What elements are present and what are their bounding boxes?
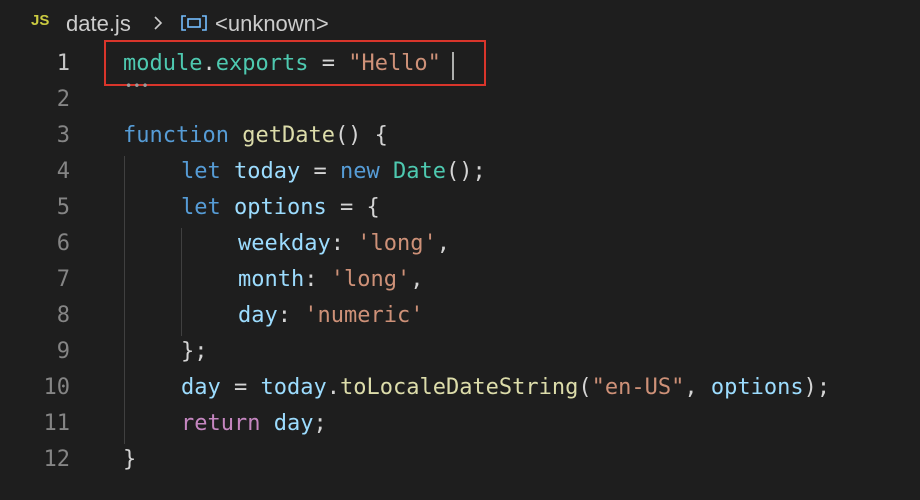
code-text: } bbox=[123, 447, 137, 472]
code-text: day: 'numeric' bbox=[238, 303, 424, 328]
breadcrumb-file[interactable]: date.js bbox=[66, 11, 131, 37]
code-text: }; bbox=[181, 339, 208, 364]
code-text: let today = new Date(); bbox=[181, 159, 486, 184]
line-number: 4 bbox=[56, 159, 70, 184]
code-line-11[interactable]: 11 return day; bbox=[0, 406, 920, 442]
code-line-6[interactable]: 6 weekday: 'long', bbox=[0, 226, 920, 262]
line-number: 12 bbox=[43, 447, 71, 472]
code-text: month: 'long', bbox=[238, 267, 424, 292]
line-number: 10 bbox=[43, 375, 71, 400]
breadcrumb-symbol[interactable]: <unknown> bbox=[215, 11, 329, 37]
line-number: 11 bbox=[43, 411, 71, 436]
line-number: 5 bbox=[56, 195, 70, 220]
line-number: 9 bbox=[56, 339, 70, 364]
code-line-10[interactable]: 10 day = today.toLocaleDateString("en-US… bbox=[0, 370, 920, 406]
symbol-variable-icon bbox=[181, 15, 207, 31]
code-text: weekday: 'long', bbox=[238, 231, 450, 256]
code-line-4[interactable]: 4 let today = new Date(); bbox=[0, 154, 920, 190]
javascript-file-icon: JS bbox=[31, 12, 50, 29]
code-text: return day; bbox=[181, 411, 327, 436]
text-cursor bbox=[452, 52, 454, 80]
code-line-7[interactable]: 7 month: 'long', bbox=[0, 262, 920, 298]
line-number: 1 bbox=[56, 51, 70, 76]
code-editor[interactable]: 1 module.exports = "Hello" 2 3 function … bbox=[0, 44, 920, 500]
code-line-3[interactable]: 3 function getDate() { bbox=[0, 118, 920, 154]
line-number: 2 bbox=[56, 87, 70, 112]
code-line-12[interactable]: 12 } bbox=[0, 442, 920, 478]
line-number: 3 bbox=[56, 123, 70, 148]
code-line-8[interactable]: 8 day: 'numeric' bbox=[0, 298, 920, 334]
line-number: 7 bbox=[56, 267, 70, 292]
breadcrumb: JS date.js <unknown> bbox=[0, 0, 920, 44]
code-text: function getDate() { bbox=[123, 123, 388, 148]
line-number: 8 bbox=[56, 303, 70, 328]
code-text: day = today.toLocaleDateString("en-US", … bbox=[181, 375, 831, 400]
code-line-9[interactable]: 9 }; bbox=[0, 334, 920, 370]
code-text: let options = { bbox=[181, 195, 380, 220]
code-line-5[interactable]: 5 let options = { bbox=[0, 190, 920, 226]
chevron-right-icon bbox=[154, 16, 163, 30]
highlight-box bbox=[104, 40, 486, 86]
hint-dots: ••• bbox=[125, 79, 150, 93]
line-number: 6 bbox=[56, 231, 70, 256]
